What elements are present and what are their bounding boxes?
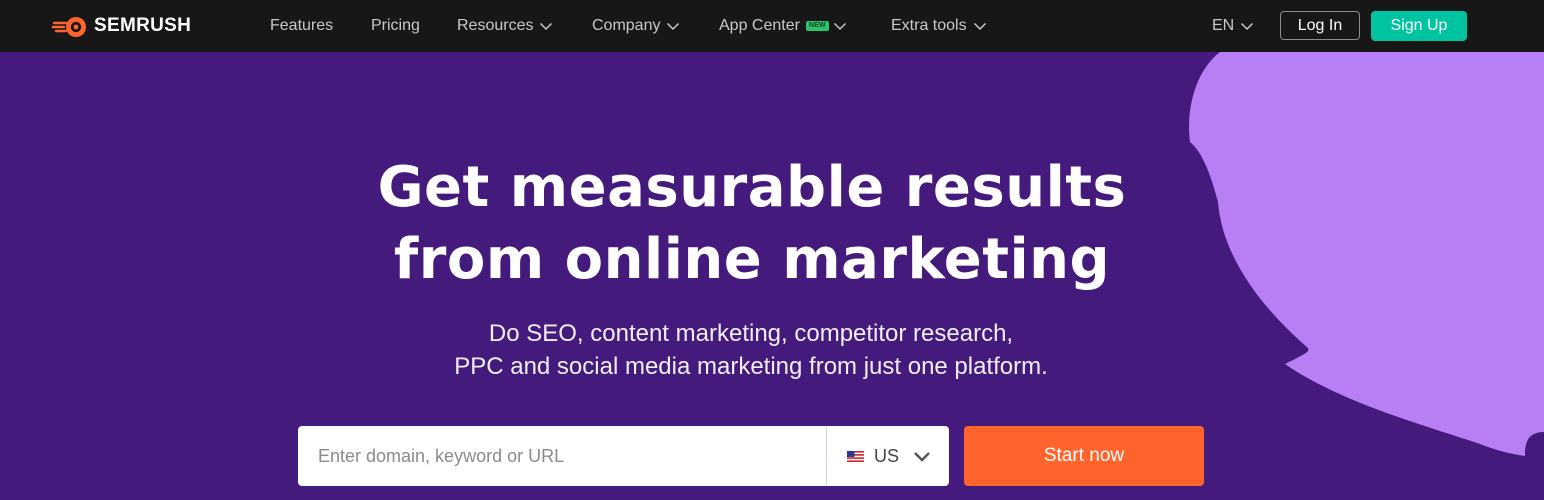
chevron-down-icon: [833, 22, 846, 31]
search-bar: US: [298, 426, 949, 486]
chevron-down-icon: [1241, 22, 1254, 31]
chevron-down-icon: [914, 452, 930, 462]
hero-title-line: Get measurable results: [377, 155, 1127, 220]
chevron-down-icon: [540, 22, 553, 31]
nav-item-label: Extra tools: [891, 17, 967, 34]
database-selector[interactable]: US: [826, 426, 949, 486]
database-value: US: [874, 445, 900, 466]
hero-title: Get measurable results from online marke…: [0, 152, 1504, 296]
top-navigation: SEMRUSH Features Pricing Resources Compa…: [0, 0, 1544, 52]
us-flag-icon: [847, 450, 864, 462]
search-input[interactable]: [298, 426, 826, 486]
login-button[interactable]: Log In: [1280, 11, 1360, 40]
signup-button[interactable]: Sign Up: [1371, 11, 1467, 41]
start-now-button[interactable]: Start now: [964, 426, 1204, 486]
language-label: EN: [1212, 17, 1235, 34]
new-badge: NEW: [805, 21, 829, 31]
fire-ball-icon: [52, 17, 86, 37]
nav-item-extra-tools[interactable]: Extra tools: [891, 15, 987, 37]
nav-item-label: App Center: [719, 17, 800, 34]
hero-subtitle-line: PPC and social media marketing from just…: [454, 353, 1048, 380]
nav-item-app-center[interactable]: App Center NEW: [719, 15, 847, 37]
hero-title-line: from online marketing: [393, 227, 1111, 292]
nav-item-label: Features: [270, 17, 334, 34]
chevron-down-icon: [667, 22, 680, 31]
hero-subtitle-line: Do SEO, content marketing, competitor re…: [488, 320, 1014, 347]
hero-subtitle: Do SEO, content marketing, competitor re…: [0, 317, 1502, 383]
nav-item-company[interactable]: Company: [592, 15, 680, 37]
chevron-down-icon: [973, 22, 986, 31]
nav-item-resources[interactable]: Resources: [457, 15, 553, 37]
nav-item-pricing[interactable]: Pricing: [371, 15, 420, 37]
nav-item-label: Company: [592, 17, 661, 34]
semrush-logo[interactable]: SEMRUSH: [52, 14, 191, 38]
language-selector[interactable]: EN: [1212, 15, 1254, 37]
nav-item-label: Pricing: [371, 17, 420, 34]
nav-item-label: Resources: [457, 17, 534, 34]
nav-item-features[interactable]: Features: [270, 15, 333, 37]
brand-name: SEMRUSH: [94, 15, 192, 36]
